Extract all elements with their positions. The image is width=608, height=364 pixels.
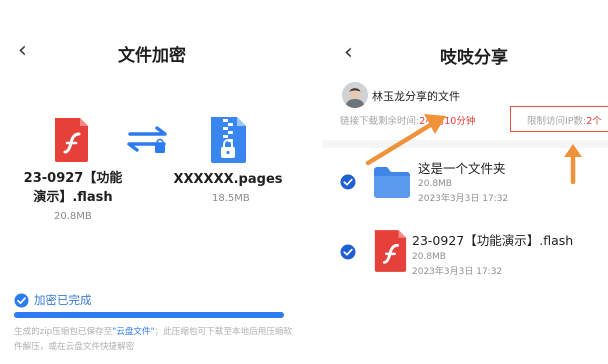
swap-arrows-lock-icon (127, 126, 167, 153)
encrypt-screen: ‹ 文件加密 23-0927【功能 演示】.flash 20.8MB XXXXX… (0, 0, 300, 364)
encrypt-progress-fill (14, 312, 284, 318)
zip-file-icon (211, 117, 246, 163)
annotation-arrow-icon (365, 114, 446, 166)
back-arrow-icon[interactable]: ‹ (18, 40, 27, 62)
ip-limit: 限制访问IP数:2个 (527, 116, 602, 127)
page-title: 吱吱分享 (440, 48, 508, 68)
page-title: 文件加密 (118, 46, 186, 66)
encrypt-progress-bar (14, 312, 284, 318)
check-circle-icon (14, 293, 29, 308)
target-file-size: 18.5MB (212, 193, 250, 204)
target-file-name: XXXXXX.pages (173, 172, 283, 187)
back-arrow-icon[interactable]: ‹ (344, 42, 353, 64)
source-file-name: 23-0927【功能 演示】.flash (23, 171, 123, 205)
file-list-item-meta: 20.8MB 2023年3月3日 17:32 (412, 252, 503, 277)
avatar (342, 82, 368, 108)
source-file-size: 20.8MB (54, 211, 92, 222)
save-location-note: 生成的zip压缩包已保存至"云盘文件"；此压缩包可下载至本地后用压缩软件解压，或… (14, 327, 293, 352)
file-list-item-name[interactable]: 23-0927【功能演示】.flash (412, 230, 573, 249)
annotation-arrow-icon (564, 144, 582, 184)
encrypt-status-label: 加密已完成 (34, 293, 92, 307)
user-avatar-icon (342, 82, 368, 108)
checkbox-checked-icon[interactable] (340, 244, 356, 260)
cloud-files-link[interactable]: "云盘文件" (112, 327, 154, 337)
checkbox-checked-icon[interactable] (340, 174, 356, 190)
share-screen: ‹ 吱吱分享 林玉龙分享的文件 链接下载剩余时间:2小时10分钟 限制访问IP数… (322, 0, 608, 364)
share-owner: 林玉龙分享的文件 (372, 90, 460, 103)
file-list-item-meta: 20.8MB 2023年3月3日 17:32 (418, 179, 509, 204)
flash-file-icon (55, 118, 88, 162)
flash-file-icon (374, 230, 407, 272)
